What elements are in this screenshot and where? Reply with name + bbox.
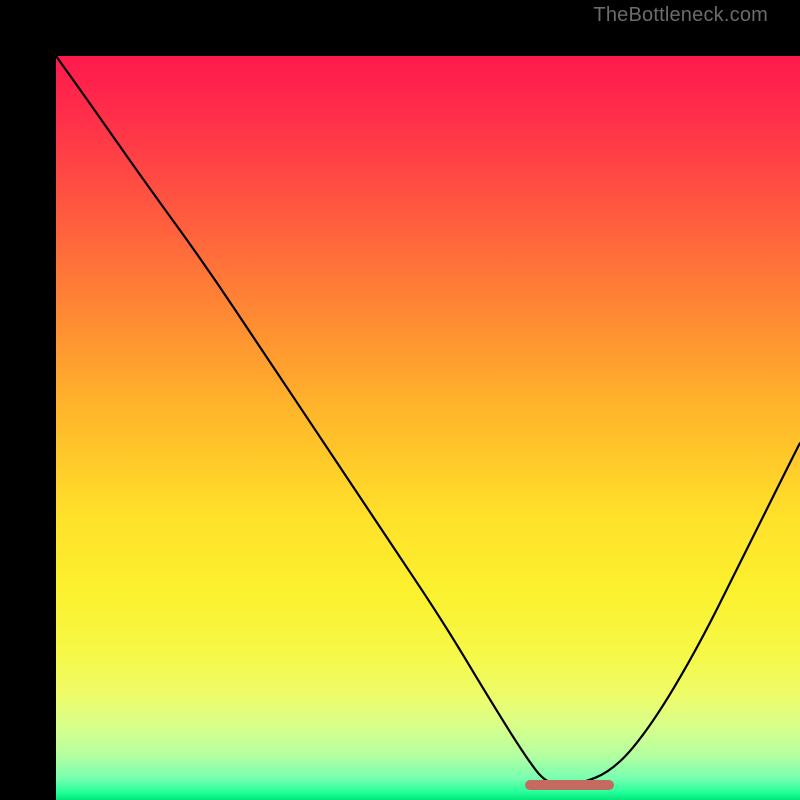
trough-band bbox=[525, 780, 614, 790]
plot-frame bbox=[0, 0, 800, 800]
curve-path bbox=[56, 56, 800, 785]
watermark-text: TheBottleneck.com bbox=[593, 4, 768, 27]
bottleneck-curve bbox=[56, 56, 800, 800]
plot-area bbox=[56, 56, 800, 800]
